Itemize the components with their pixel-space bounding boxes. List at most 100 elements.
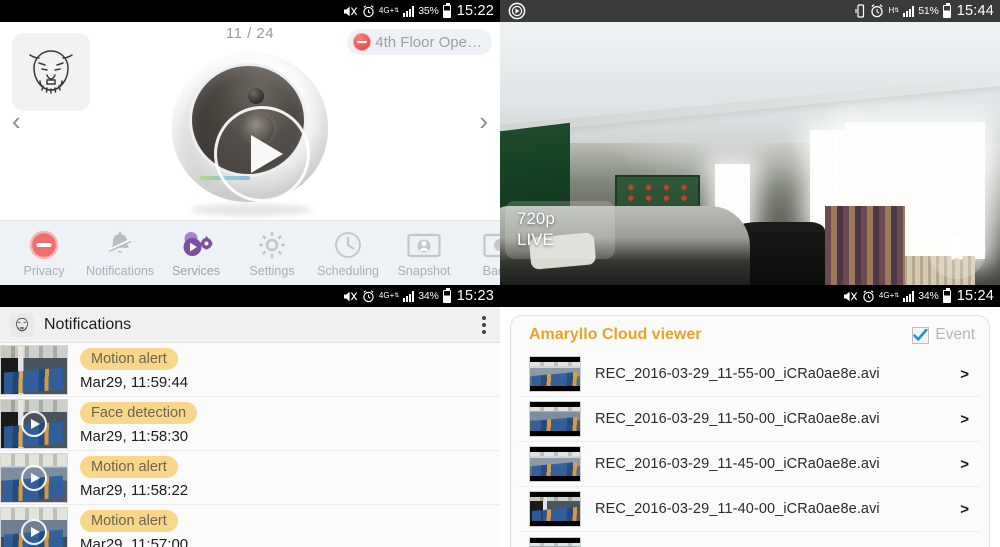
gear-icon	[256, 229, 288, 261]
toolbar-label-scheduling: Scheduling	[317, 263, 379, 278]
live-video-pane: H ⇅ 51% 15:44 720p LIVE	[500, 0, 1000, 285]
chevron-right-icon[interactable]: >	[960, 366, 969, 383]
table-row[interactable]: REC_2016-03-29_11-55-00_iCRa0ae8e.avi >	[519, 352, 981, 397]
device-shadow	[190, 204, 312, 216]
list-item[interactable]: Motion alert Mar29, 11:57:00	[0, 505, 500, 547]
event-filter-checkbox[interactable]: Event	[912, 326, 975, 344]
cloud-viewer-header: Amaryllo Cloud viewer Event	[511, 316, 989, 352]
recording-file-list[interactable]: REC_2016-03-29_11-55-00_iCRa0ae8e.avi > …	[511, 352, 989, 547]
status-badge: Face detection	[80, 402, 198, 424]
status-bar-notifications: 4G+ ⇅ 34% 15:23	[0, 285, 500, 307]
recording-filename: REC_2016-03-29_11-50-00_iCRa0ae8e.avi	[595, 411, 880, 427]
device-preview[interactable]	[0, 42, 500, 220]
toolbar-item-privacy[interactable]: Privacy	[6, 229, 82, 278]
network-type-icon: 4G+ ⇅	[378, 6, 400, 15]
chevron-right-icon[interactable]: >	[960, 411, 969, 428]
toolbar-item-services[interactable]: Services	[158, 229, 234, 278]
check-icon	[913, 328, 928, 341]
carousel-next-button[interactable]: ›	[471, 100, 496, 142]
carousel-prev-button[interactable]: ‹	[4, 100, 29, 142]
gear-icon	[944, 235, 970, 261]
chevron-right-icon[interactable]: >	[960, 501, 969, 518]
page-title: Amaryllo Cloud viewer	[529, 326, 702, 343]
alarm-icon	[362, 4, 375, 18]
record-icon	[508, 2, 526, 20]
signal-bars-icon	[403, 290, 415, 302]
recording-filename: REC_2016-03-29_11-40-00_iCRa0ae8e.avi	[595, 501, 880, 517]
overflow-menu-icon[interactable]	[478, 312, 490, 338]
battery-percent-label: 51%	[918, 5, 939, 17]
notification-time: Mar29, 11:57:00	[80, 536, 189, 547]
device-sensor-dot	[248, 88, 264, 104]
scene-armchair	[825, 206, 905, 285]
notification-thumbnail	[0, 506, 68, 547]
list-item[interactable]: Motion alert Mar29, 11:58:22	[0, 451, 500, 505]
notification-time: Mar29, 11:58:22	[80, 482, 189, 499]
stream-info-overlay: 720p LIVE	[505, 200, 615, 259]
live-video-feed[interactable]: 720p LIVE	[500, 22, 1000, 285]
device-carousel-body: 11 / 24 4th Floor Ope… ‹ ›	[0, 22, 500, 220]
battery-icon	[942, 287, 951, 303]
recording-thumbnail	[529, 356, 581, 392]
stream-resolution-label: 720p	[517, 208, 555, 228]
status-bar-cloud: 4G+ ⇅ 34% 15:24	[500, 285, 1000, 307]
list-item[interactable]: Face detection Mar29, 11:58:30	[0, 397, 500, 451]
play-icon	[21, 518, 47, 545]
notification-list[interactable]: Motion alert Mar29, 11:59:44 Face detect…	[0, 343, 500, 547]
network-type-icon: H ⇅	[888, 6, 900, 15]
toolbar-item-notifications[interactable]: Notifications	[82, 229, 158, 278]
status-bar-right: 4G+ ⇅ 34% 15:24	[843, 287, 994, 304]
notification-meta: Motion alert Mar29, 11:58:22	[80, 456, 188, 499]
list-item[interactable]: Motion alert Mar29, 11:59:44	[0, 343, 500, 397]
notification-meta: Motion alert Mar29, 11:57:00	[80, 510, 188, 547]
network-type-icon: 4G+ ⇅	[378, 291, 400, 300]
play-icon	[21, 464, 47, 491]
device-toolbar: Privacy Notifications Services Settings …	[0, 220, 500, 285]
device-carousel-pane: 4G+ ⇅ 35% 15:22 11 / 24 4th Floor Ope… ‹…	[0, 0, 500, 285]
tiger-logo-icon	[10, 312, 34, 337]
chevron-right-icon[interactable]: >	[960, 456, 969, 473]
status-clock: 15:23	[456, 288, 494, 304]
notification-time: Mar29, 11:58:30	[80, 428, 189, 445]
mute-icon	[343, 5, 358, 18]
event-filter-label: Event	[935, 326, 975, 343]
status-bar-right: 4G+ ⇅ 35% 15:22	[343, 2, 494, 19]
screenshot-grid: 4G+ ⇅ 35% 15:22 11 / 24 4th Floor Ope… ‹…	[0, 0, 1000, 547]
table-row[interactable]: REC_2016-03-29_11-50-00_iCRa0ae8e.avi >	[519, 397, 981, 442]
toolbar-label-notifications: Notifications	[85, 263, 155, 278]
checkbox-box	[912, 326, 930, 344]
background-icon	[483, 229, 500, 261]
video-settings-button[interactable]	[928, 221, 986, 279]
alarm-icon	[862, 289, 875, 303]
toolbar-label-snapshot: Snapshot	[397, 263, 451, 278]
notification-meta: Face detection Mar29, 11:58:30	[80, 402, 198, 445]
recording-thumbnail	[529, 491, 581, 527]
toolbar-item-scheduling[interactable]: Scheduling	[310, 229, 386, 278]
status-bar-device: 4G+ ⇅ 35% 15:22	[0, 0, 500, 22]
device-image	[164, 48, 336, 216]
signal-bars-icon	[903, 290, 915, 302]
notifications-appbar: Notifications	[0, 307, 500, 343]
battery-percent-label: 35%	[418, 5, 439, 17]
status-badge: Motion alert	[80, 510, 178, 532]
toolbar-label-services: Services	[172, 263, 220, 278]
table-row[interactable]: REC_2016-03-29_11-40-00_iCRa0ae8e.avi >	[519, 487, 981, 532]
alarm-icon	[870, 4, 884, 18]
mute-icon	[343, 290, 358, 303]
services-icon	[179, 229, 213, 261]
table-row[interactable]: REC_2016-03-29_11-45-00_iCRa0ae8e.avi >	[519, 442, 981, 487]
status-badge: Motion alert	[80, 456, 178, 478]
recording-filename: REC_2016-03-29_11-55-00_iCRa0ae8e.avi	[595, 366, 880, 382]
toolbar-item-settings[interactable]: Settings	[234, 229, 310, 278]
battery-icon	[442, 287, 451, 303]
stream-state-label: LIVE	[517, 229, 554, 249]
play-button[interactable]	[214, 106, 310, 202]
toolbar-item-snapshot[interactable]: Snapshot	[386, 229, 462, 278]
toolbar-item-background[interactable]: Backg	[462, 229, 500, 278]
table-row[interactable]: REC_2016-03-29_11-35-01_iCRa0ae8e.avi >	[519, 532, 981, 547]
alarm-icon	[362, 289, 375, 303]
vibrate-icon	[855, 4, 866, 18]
status-bar-right: 4G+ ⇅ 34% 15:23	[343, 287, 494, 304]
signal-bars-icon	[903, 5, 915, 17]
signal-bars-icon	[403, 5, 415, 17]
